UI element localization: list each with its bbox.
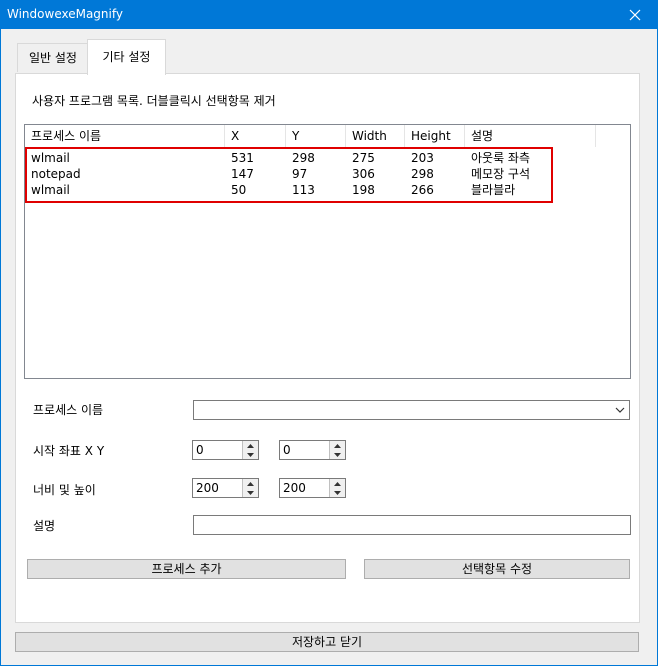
description-label: 설명 [33, 519, 56, 533]
column-header-desc[interactable]: 설명 [465, 125, 596, 147]
title-bar: WindowexeMagnify [1, 1, 657, 29]
description-input[interactable] [193, 515, 631, 535]
tab-other[interactable]: 기타 설정 [87, 39, 166, 75]
start-y-spinner[interactable]: 0 [279, 440, 346, 460]
cell-width: 306 [352, 167, 375, 181]
close-icon [629, 9, 641, 21]
cell-y: 113 [292, 183, 315, 197]
cell-y: 97 [292, 167, 308, 181]
start-coord-label: 시작 좌표 X Y [33, 444, 105, 458]
spinner-buttons [329, 479, 345, 497]
triangle-up-icon [334, 481, 341, 486]
triangle-up-icon [247, 443, 254, 448]
cell-width: 198 [352, 183, 375, 197]
cell-x: 531 [231, 151, 254, 165]
triangle-up-icon [334, 443, 341, 448]
spin-down-button[interactable] [243, 450, 258, 459]
triangle-down-icon [247, 490, 254, 495]
main-window: WindowexeMagnify 일반 설정 기타 설정 사용자 프로그램 목록… [0, 0, 658, 666]
spin-down-button[interactable] [243, 488, 258, 497]
cell-height: 298 [411, 167, 434, 181]
triangle-down-icon [247, 452, 254, 457]
table-row[interactable]: wlmail 50 113 198 266 블라블라 [25, 182, 585, 198]
process-name-label: 프로세스 이름 [33, 403, 104, 417]
cell-desc: 메모장 구석 [471, 167, 531, 181]
cell-y: 298 [292, 151, 315, 165]
cell-process: notepad [31, 167, 81, 181]
tab-general[interactable]: 일반 설정 [17, 43, 89, 72]
start-x-value: 0 [196, 443, 204, 457]
cell-width: 275 [352, 151, 375, 165]
spinner-buttons [242, 441, 258, 459]
cell-process: wlmail [31, 151, 70, 165]
tab-panel-other: 사용자 프로그램 목록. 더블클릭시 선택항목 제거 프로세스 이름 X Y W… [15, 73, 640, 623]
triangle-up-icon [247, 481, 254, 486]
process-listview[interactable]: 프로세스 이름 X Y Width Height 설명 wlmail 531 2… [24, 124, 631, 379]
cell-process: wlmail [31, 183, 70, 197]
cell-x: 147 [231, 167, 254, 181]
triangle-down-icon [334, 452, 341, 457]
spin-down-button[interactable] [330, 450, 345, 459]
column-header-x[interactable]: X [225, 125, 286, 147]
add-process-button[interactable]: 프로세스 추가 [27, 559, 346, 579]
close-button[interactable] [613, 1, 657, 29]
start-x-spinner[interactable]: 0 [192, 440, 259, 460]
cell-x: 50 [231, 183, 247, 197]
triangle-down-icon [334, 490, 341, 495]
table-row[interactable]: wlmail 531 298 275 203 아웃룩 좌측 [25, 150, 585, 166]
column-header-y[interactable]: Y [286, 125, 346, 147]
cell-height: 266 [411, 183, 434, 197]
column-header-height[interactable]: Height [405, 125, 465, 147]
chevron-down-icon [615, 407, 625, 413]
height-spinner[interactable]: 200 [279, 478, 346, 498]
spinner-buttons [242, 479, 258, 497]
spinner-buttons [329, 441, 345, 459]
width-value: 200 [196, 481, 219, 495]
process-name-combobox[interactable] [193, 400, 630, 420]
height-value: 200 [283, 481, 306, 495]
window-title: WindowexeMagnify [7, 7, 123, 21]
save-and-close-button[interactable]: 저장하고 닫기 [15, 632, 639, 652]
spin-down-button[interactable] [330, 488, 345, 497]
table-row[interactable]: notepad 147 97 306 298 메모장 구석 [25, 166, 585, 182]
edit-selected-button[interactable]: 선택항목 수정 [364, 559, 630, 579]
cell-desc: 블라블라 [471, 183, 516, 197]
size-label: 너비 및 높이 [33, 483, 96, 497]
start-y-value: 0 [283, 443, 291, 457]
column-header-process[interactable]: 프로세스 이름 [25, 125, 225, 147]
cell-height: 203 [411, 151, 434, 165]
width-spinner[interactable]: 200 [192, 478, 259, 498]
list-description: 사용자 프로그램 목록. 더블클릭시 선택항목 제거 [32, 94, 276, 108]
cell-desc: 아웃룩 좌측 [471, 151, 531, 165]
column-header-width[interactable]: Width [346, 125, 405, 147]
list-header: 프로세스 이름 X Y Width Height 설명 [25, 125, 630, 147]
